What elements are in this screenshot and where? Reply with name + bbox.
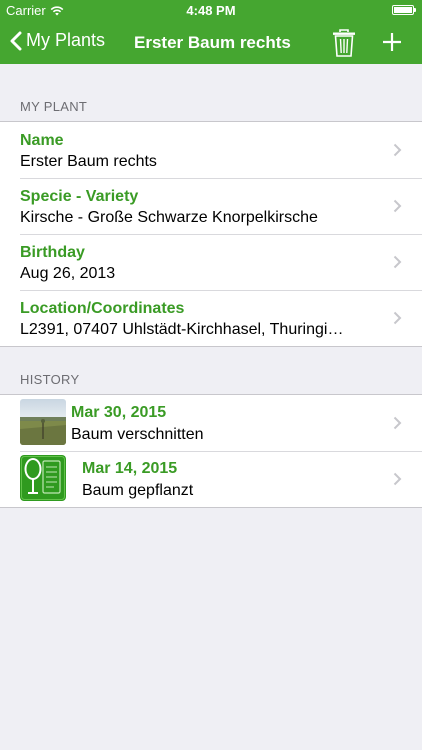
chevron-right-icon — [393, 416, 402, 430]
chevron-right-icon — [393, 199, 402, 213]
back-button[interactable]: My Plants — [10, 30, 105, 51]
row-value: Erster Baum rechts — [20, 153, 157, 170]
chevron-right-icon — [393, 472, 402, 486]
row-label: Location/Coordinates — [20, 300, 185, 317]
location-row[interactable]: Location/Coordinates L2391, 07407 Uhlstä… — [0, 290, 422, 346]
history-list: Mar 30, 2015 Baum verschnitten Mar 14, 2… — [0, 394, 422, 508]
history-note: Baum gepflanzt — [82, 482, 194, 499]
row-value: L2391, 07407 Uhlstädt-Kirchhasel, Thurin… — [20, 321, 344, 338]
plus-icon[interactable] — [381, 31, 403, 53]
name-row[interactable]: Name Erster Baum rechts — [0, 122, 422, 178]
row-label: Name — [20, 132, 64, 149]
page-title: Erster Baum rechts — [134, 33, 291, 52]
history-date: Mar 30, 2015 — [71, 404, 167, 421]
row-label: Birthday — [20, 244, 85, 261]
field-photo-icon — [20, 399, 66, 445]
top-bar: Carrier 4:48 PM My Plants Erster Baum re… — [0, 0, 422, 64]
row-label: Specie - Variety — [20, 188, 139, 205]
battery-level — [394, 7, 412, 13]
row-value: Kirsche - Große Schwarze Knorpelkirsche — [20, 209, 318, 226]
chevron-right-icon — [393, 143, 402, 157]
tree-document-icon — [20, 455, 66, 501]
chevron-right-icon — [393, 255, 402, 269]
chevron-right-icon — [393, 311, 402, 325]
status-bar: Carrier 4:48 PM — [0, 0, 422, 20]
history-note: Baum verschnitten — [71, 426, 204, 443]
history-entry[interactable]: Mar 14, 2015 Baum gepflanzt — [0, 451, 422, 507]
back-button-label: My Plants — [26, 30, 106, 50]
section-header-my-plant: MY PLANT — [20, 99, 88, 114]
birthday-row[interactable]: Birthday Aug 26, 2013 — [0, 234, 422, 290]
trash-icon[interactable] — [332, 29, 356, 57]
history-date: Mar 14, 2015 — [82, 460, 178, 477]
my-plant-list: Name Erster Baum rechts Specie - Variety… — [0, 121, 422, 347]
navigation-bar: My Plants Erster Baum rechts — [0, 20, 422, 64]
history-entry[interactable]: Mar 30, 2015 Baum verschnitten — [0, 395, 422, 451]
section-header-history: HISTORY — [20, 372, 80, 387]
specie-variety-row[interactable]: Specie - Variety Kirsche - Große Schwarz… — [0, 178, 422, 234]
row-value: Aug 26, 2013 — [20, 265, 116, 282]
battery-icon — [392, 5, 416, 15]
clock: 4:48 PM — [186, 3, 236, 18]
chevron-left-icon — [10, 31, 22, 50]
